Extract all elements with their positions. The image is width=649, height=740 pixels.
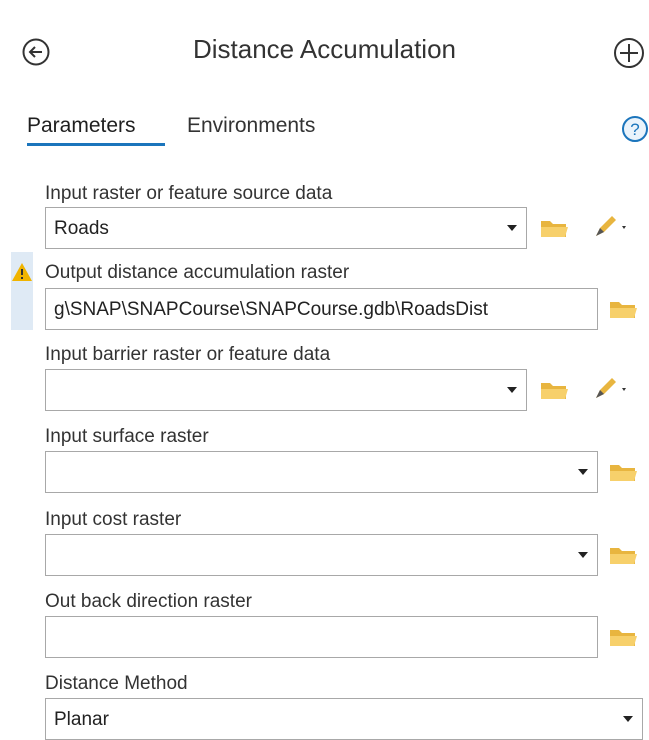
input-source-dropdown[interactable]: Roads <box>45 207 527 249</box>
output-raster-value: g\SNAP\SNAPCourse\SNAPCourse.gdb\RoadsDi… <box>54 299 489 320</box>
folder-open-icon[interactable] <box>608 543 638 567</box>
add-plus-icon[interactable] <box>613 37 645 69</box>
output-raster-label: Output distance accumulation raster <box>45 262 350 283</box>
chevron-down-icon[interactable] <box>623 716 633 722</box>
barrier-dropdown[interactable] <box>45 369 527 411</box>
surface-dropdown[interactable] <box>45 451 598 493</box>
chevron-down-icon[interactable] <box>507 225 517 231</box>
distance-method-label: Distance Method <box>45 673 188 694</box>
folder-open-icon[interactable] <box>608 625 638 649</box>
help-question-icon[interactable]: ? <box>621 115 649 143</box>
cost-label: Input cost raster <box>45 509 182 530</box>
cost-dropdown[interactable] <box>45 534 598 576</box>
back-direction-input[interactable] <box>45 616 598 658</box>
pencil-edit-icon[interactable] <box>592 212 630 240</box>
back-direction-label: Out back direction raster <box>45 591 252 612</box>
folder-open-icon[interactable] <box>608 297 638 321</box>
output-raster-input[interactable]: g\SNAP\SNAPCourse\SNAPCourse.gdb\RoadsDi… <box>45 288 598 330</box>
distance-method-dropdown[interactable]: Planar <box>45 698 643 740</box>
surface-label: Input surface raster <box>45 426 209 447</box>
input-source-value: Roads <box>54 218 109 239</box>
chevron-down-icon[interactable] <box>578 552 588 558</box>
tool-header: Distance Accumulation <box>0 0 649 100</box>
tab-parameters[interactable]: Parameters <box>27 114 136 138</box>
barrier-label: Input barrier raster or feature data <box>45 344 331 365</box>
svg-text:?: ? <box>630 120 639 139</box>
folder-open-icon[interactable] <box>539 378 569 402</box>
folder-open-icon[interactable] <box>539 216 569 240</box>
distance-method-value: Planar <box>54 709 109 730</box>
active-tab-indicator <box>27 143 165 146</box>
chevron-down-icon[interactable] <box>578 469 588 475</box>
warning-icon <box>12 263 32 281</box>
tab-environments[interactable]: Environments <box>187 114 315 138</box>
pencil-edit-icon[interactable] <box>592 374 630 402</box>
input-source-label: Input raster or feature source data <box>45 183 333 204</box>
chevron-down-icon[interactable] <box>507 387 517 393</box>
tool-title: Distance Accumulation <box>192 34 457 64</box>
folder-open-icon[interactable] <box>608 460 638 484</box>
